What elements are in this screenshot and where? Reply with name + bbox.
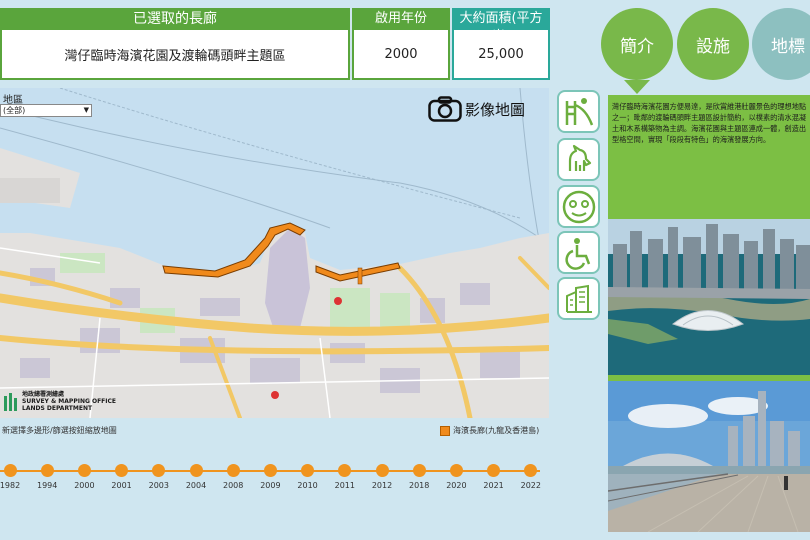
timeline-year-1994[interactable]: 1994 (27, 464, 67, 490)
timeline-year-2001[interactable]: 2001 (102, 464, 142, 490)
timeline-year-2003[interactable]: 2003 (139, 464, 179, 490)
harbourfront-map[interactable]: 地區 (全部) ▼ 影像地圖 地政總署測繪處 SURVEY & MAPPING … (0, 88, 549, 418)
timeline-year-label: 1994 (37, 481, 58, 490)
timeline-year-label: 2012 (371, 481, 393, 490)
district-filter-select[interactable]: (全部) ▼ (0, 104, 92, 117)
timeline-dot[interactable] (487, 464, 501, 477)
accessibility-facility-button[interactable] (557, 231, 600, 274)
timeline-year-2008[interactable]: 2008 (213, 464, 253, 490)
timeline-year-2021[interactable]: 2021 (474, 464, 514, 490)
tab-facilities[interactable]: 設施 (677, 8, 749, 80)
lands-department-logo-icon (4, 392, 17, 411)
logo-line-1: 地政總署測繪處 (22, 391, 65, 398)
accessibility-icon (564, 237, 590, 270)
legend-swatch (440, 425, 450, 436)
opening-year-card: 啟用年份 2000 (352, 8, 450, 80)
chevron-down-icon: ▼ (83, 106, 89, 114)
playground-facility-button[interactable] (557, 90, 600, 133)
timeline-year-2004[interactable]: 2004 (176, 464, 216, 490)
map-legend: 海濱長廊(九龍及香港島) (440, 425, 539, 436)
timeline-year-label: 2011 (334, 481, 355, 490)
area-value: 25,000 (454, 30, 548, 78)
tab-landmarks[interactable]: 地標 (752, 8, 810, 80)
timeline-dot[interactable] (375, 464, 389, 477)
timeline-year-label: 2000 (74, 481, 95, 490)
opening-year-title: 啟用年份 (374, 11, 427, 26)
timeline-year-label: 2018 (409, 481, 430, 490)
timeline-dot[interactable] (189, 464, 203, 477)
timeline-year-2020[interactable]: 2020 (436, 464, 476, 490)
opening-year-value: 2000 (354, 30, 448, 78)
active-tab-pointer (624, 80, 650, 94)
timeline-year-2018[interactable]: 2018 (399, 464, 439, 490)
photo-map-label: 影像地圖 (465, 100, 526, 119)
building-icon (565, 284, 592, 313)
info-panel: 灣仔臨時海濱花園方便易達，是欣賞維港壯麗景色的理想地點之一；毗鄰的渡輪碼頭畔主題… (608, 95, 810, 532)
area-card: 大約面積(平方米) 25,000 (452, 8, 550, 80)
selected-corridor-title: 已選取的長廊 (133, 11, 217, 27)
timeline-year-label: 2001 (111, 481, 132, 490)
district-filter-value: (全部) (3, 106, 26, 115)
selected-corridor-value: 灣仔臨時海濱花園及渡輪碼頭畔主題區 (2, 30, 348, 78)
pet-friendly-icon (568, 144, 591, 171)
timeline-dot[interactable] (77, 464, 91, 477)
timeline-dot[interactable] (3, 464, 17, 477)
timeline-year-label: 2010 (297, 481, 318, 490)
area-title: 大約面積(平方米) (459, 11, 543, 44)
map-base-layer (0, 88, 549, 418)
logo-line-3: LANDS DEPARTMENT (22, 405, 93, 412)
map-hint: 新選擇多邊形/篩選按鈕縮放地圖 (2, 426, 117, 435)
timeline-year-2012[interactable]: 2012 (362, 464, 402, 490)
timeline-dot[interactable] (412, 464, 426, 477)
timeline-dot[interactable] (115, 464, 129, 477)
selected-corridor-card: 已選取的長廊 灣仔臨時海濱花園及渡輪碼頭畔主題區 (0, 8, 350, 80)
timeline-dot[interactable] (152, 464, 166, 477)
timeline-year-label: 2008 (223, 481, 244, 490)
timeline-year-label: 1982 (0, 481, 21, 490)
timeline-year-label: 2021 (483, 481, 504, 490)
timeline-year-label: 2009 (260, 481, 281, 490)
timeline-dot[interactable] (524, 464, 538, 477)
face-facility-button[interactable] (557, 185, 600, 228)
pet-friendly-facility-button[interactable] (557, 138, 600, 181)
face-icon (562, 190, 595, 223)
timeline-dot[interactable] (449, 464, 463, 477)
timeline-dot[interactable] (301, 464, 315, 477)
timeline-year-label: 2004 (185, 481, 207, 490)
timeline-dot[interactable] (226, 464, 240, 477)
timeline-year-1982[interactable]: 1982 (0, 464, 30, 490)
timeline-dot[interactable] (263, 464, 277, 477)
introduction-text: 灣仔臨時海濱花園方便易達，是欣賞維港壯麗景色的理想地點之一；毗鄰的渡輪碼頭畔主題… (612, 102, 807, 144)
playground-icon (565, 97, 593, 125)
timeline-year-2010[interactable]: 2010 (288, 464, 328, 490)
tab-introduction[interactable]: 簡介 (601, 8, 673, 80)
timeline-year-2022[interactable]: 2022 (511, 464, 551, 490)
building-facility-button[interactable] (557, 277, 600, 320)
lands-department-logo: 地政總署測繪處 SURVEY & MAPPING OFFICE LANDS DE… (3, 391, 116, 412)
camera-icon (428, 96, 462, 122)
photo-map-button[interactable]: 影像地圖 (428, 96, 525, 122)
timeline-year-label: 2003 (148, 481, 169, 490)
timeline-year-2000[interactable]: 2000 (64, 464, 104, 490)
promenade-photo (608, 381, 810, 532)
legend-label: 海濱長廊(九龍及香港島) (453, 426, 540, 435)
timeline-year-2009[interactable]: 2009 (250, 464, 290, 490)
timeline-year-label: 2020 (446, 481, 467, 490)
logo-line-2: SURVEY & MAPPING OFFICE (22, 398, 117, 405)
harbourfront-aerial-photo (608, 219, 810, 375)
timeline-year-2011[interactable]: 2011 (325, 464, 365, 490)
timeline-dot[interactable] (40, 464, 54, 477)
timeline-year-label: 2022 (520, 481, 541, 490)
timeline-dot[interactable] (338, 464, 352, 477)
